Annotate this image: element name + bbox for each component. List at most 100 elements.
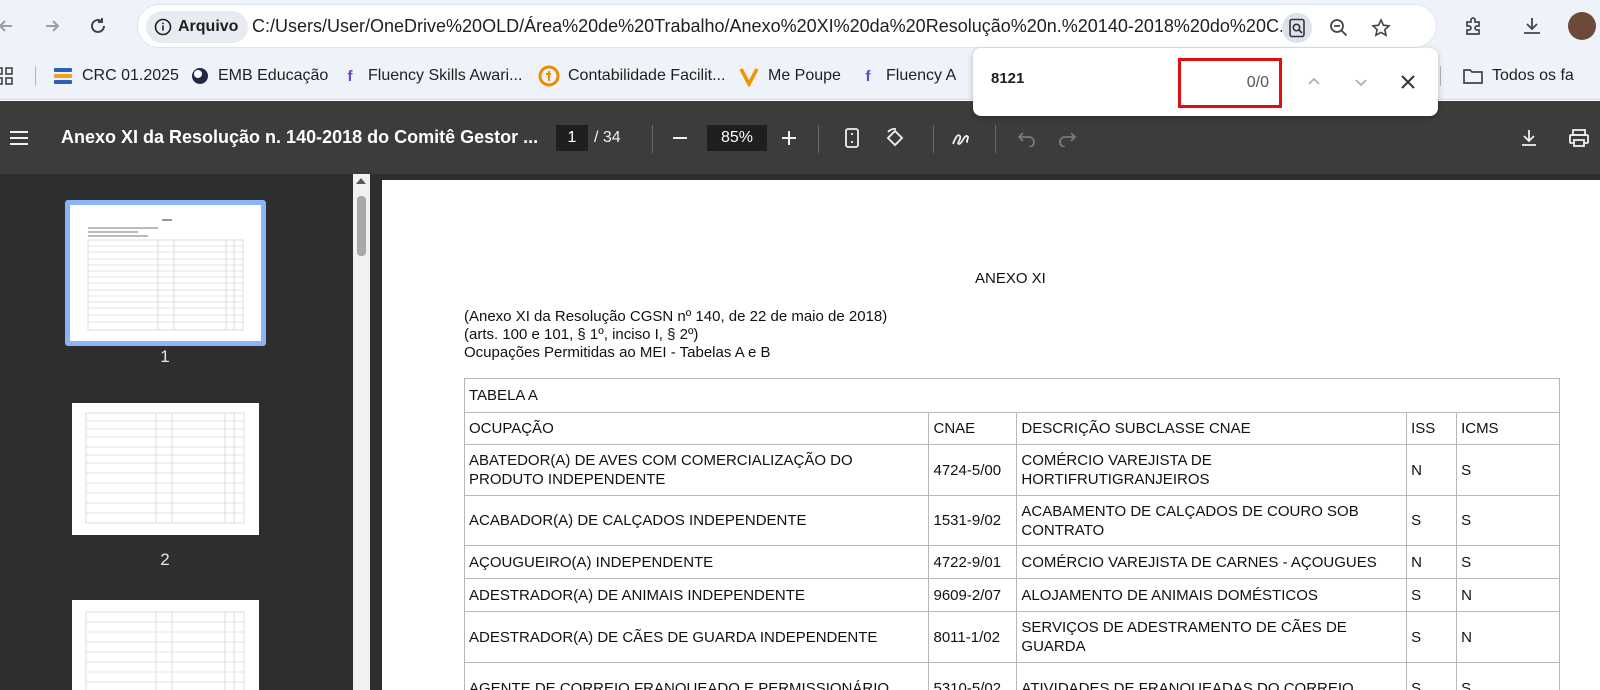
page-thumbnail-2[interactable] [72,403,259,535]
table-row: AÇOUGUEIRO(A) INDEPENDENTE 4722-9/01 COM… [463,545,1560,579]
download-icon [1524,18,1540,34]
apps-button[interactable] [0,62,14,90]
address-bar[interactable]: Arquivo C:/Users/User/OneDrive%20OLD/Áre… [137,4,1437,48]
undo-icon [1017,132,1035,147]
page-search-icon [1289,18,1305,38]
rotate-icon [886,128,904,147]
chevron-down-icon [1355,79,1367,87]
fit-page-button[interactable] [835,121,869,155]
bookmark-label: Me Poupe [768,67,841,84]
star-icon [1371,18,1391,37]
table-cell: 4724-5/00 [928,444,1018,496]
toolbar-separator [652,125,653,153]
table-cell: S [1406,578,1458,612]
annotate-button[interactable] [944,121,978,155]
profile-avatar[interactable] [1566,10,1598,42]
bookmark-label: CRC 01.2025 [82,67,179,84]
column-header: OCUPAÇÃO [463,412,930,445]
bookmark-all-bookmarks[interactable]: Todos os fa [1462,62,1574,90]
zoom-out-button[interactable] [663,121,697,155]
find-next-button[interactable] [1345,66,1377,98]
column-header: DESCRIÇÃO SUBCLASSE CNAE [1016,412,1408,445]
download-button[interactable] [1512,121,1546,155]
bookmarks-separator [1440,66,1441,86]
hamburger-menu-icon [10,131,28,145]
bookmark-me-poupe[interactable]: Me Poupe [738,62,841,90]
undo-button[interactable] [1010,121,1044,155]
thumbnail-page-number: 1 [160,347,170,366]
table-cell: ABATEDOR(A) DE AVES COM COMERCIALIZAÇÃO … [463,444,930,496]
table-cell: AGENTE DE CORREIO FRANQUEADO E PERMISSIO… [463,662,930,690]
bookmark-fluency-a[interactable]: f Fluency A [858,62,957,90]
table-row: ADESTRADOR(A) DE ANIMAIS INDEPENDENTE 96… [463,578,1560,612]
table-cell: S [1406,662,1458,690]
thumbnail-content-illustration [85,412,245,524]
table-cell: SERVIÇOS DE ADESTRAMENTO DE CÃES DE GUAR… [1016,611,1408,663]
browser-toolbar: Arquivo C:/Users/User/OneDrive%20OLD/Áre… [0,0,1600,52]
bookmark-star-button[interactable] [1366,13,1396,43]
bookmark-contabilidade[interactable]: Contabilidade Facilit... [538,62,725,90]
zoom-button[interactable] [1324,13,1354,43]
chevron-up-icon [1308,77,1320,85]
table-cell: ATIVIDADES DE FRANQUEADAS DO CORREIO [1016,662,1408,690]
info-line: (arts. 100 e 101, § 1º, inciso I, § 2º) [464,326,699,343]
fluency-logo-icon: f [865,67,871,85]
table-cell: 1531-9/02 [928,495,1018,546]
plus-icon [782,131,796,145]
table-row: ACABADOR(A) DE CALÇADOS INDEPENDENTE 153… [463,495,1560,546]
page-thumbnail-3[interactable] [72,600,259,690]
extensions-button[interactable] [1458,10,1490,42]
table-cell: ACABADOR(A) DE CALÇADOS INDEPENDENTE [463,495,930,546]
find-previous-button[interactable] [1298,66,1330,98]
rotate-button[interactable] [878,121,912,155]
bookmark-label: Fluency Skills Awari... [368,67,523,84]
annex-heading: ANEXO XI [975,270,1046,287]
table-cell: 4722-9/01 [928,545,1018,579]
minus-icon [673,137,687,139]
menu-button[interactable] [2,121,36,155]
site-info-chip[interactable]: Arquivo [146,11,249,43]
table-cell: N [1406,545,1458,579]
zoom-in-button[interactable] [772,121,806,155]
find-close-button[interactable] [1392,66,1424,98]
bookmarks-separator [35,66,36,86]
find-input[interactable]: 8121 [991,70,1024,87]
table-cell: 8011-1/02 [928,611,1018,663]
column-header: ICMS [1456,412,1560,445]
printer-icon [1569,129,1589,147]
find-in-page-button[interactable] [1282,13,1312,43]
bookmark-crc[interactable]: CRC 01.2025 [52,62,179,90]
bookmark-emb[interactable]: EMB Educação [190,62,328,90]
back-button[interactable] [0,10,22,42]
forward-button[interactable] [36,10,68,42]
column-header: ISS [1406,412,1458,445]
bookmark-label: Todos os fa [1492,67,1574,84]
bookmark-fluency-skills[interactable]: f Fluency Skills Awari... [340,62,523,90]
table-row: ABATEDOR(A) DE AVES COM COMERCIALIZAÇÃO … [463,444,1560,496]
scrollbar-thumb[interactable] [357,196,366,256]
url-text[interactable]: C:/Users/User/OneDrive%20OLD/Área%20de%2… [252,16,1282,37]
thumbnail-page-number: 2 [160,550,170,569]
toolbar-separator [933,125,934,153]
fluency-logo-icon: f [347,67,353,85]
table-cell: ADESTRADOR(A) DE CÃES DE GUARDA INDEPEND… [463,611,930,663]
puzzle-icon [1466,17,1480,35]
ocupacoes-table: TABELA A OCUPAÇÃO CNAE DESCRIÇÃO SUBCLAS… [463,378,1560,690]
reload-button[interactable] [82,10,114,42]
downloads-button[interactable] [1516,10,1548,42]
find-match-count: 0/0 [1246,74,1269,91]
scroll-up-arrow-icon[interactable] [356,178,366,184]
page-number-input[interactable]: 1 [556,125,588,151]
thumbnail-content-illustration [87,219,244,331]
table-cell: S [1456,545,1560,579]
print-button[interactable] [1562,121,1596,155]
table-title-row: TABELA A [464,378,1560,413]
sidebar-scrollbar[interactable] [353,174,370,690]
redo-button[interactable] [1050,121,1084,155]
page-thumbnail-1[interactable] [70,205,261,341]
zoom-level-input[interactable]: 85% [707,125,767,151]
table-cell: ACABAMENTO DE CALÇADOS DE COURO SOB CONT… [1016,495,1408,546]
table-cell: 9609-2/07 [928,578,1018,612]
back-arrow-icon [0,20,12,32]
info-line: (Anexo XI da Resolução CGSN nº 140, de 2… [464,308,888,325]
